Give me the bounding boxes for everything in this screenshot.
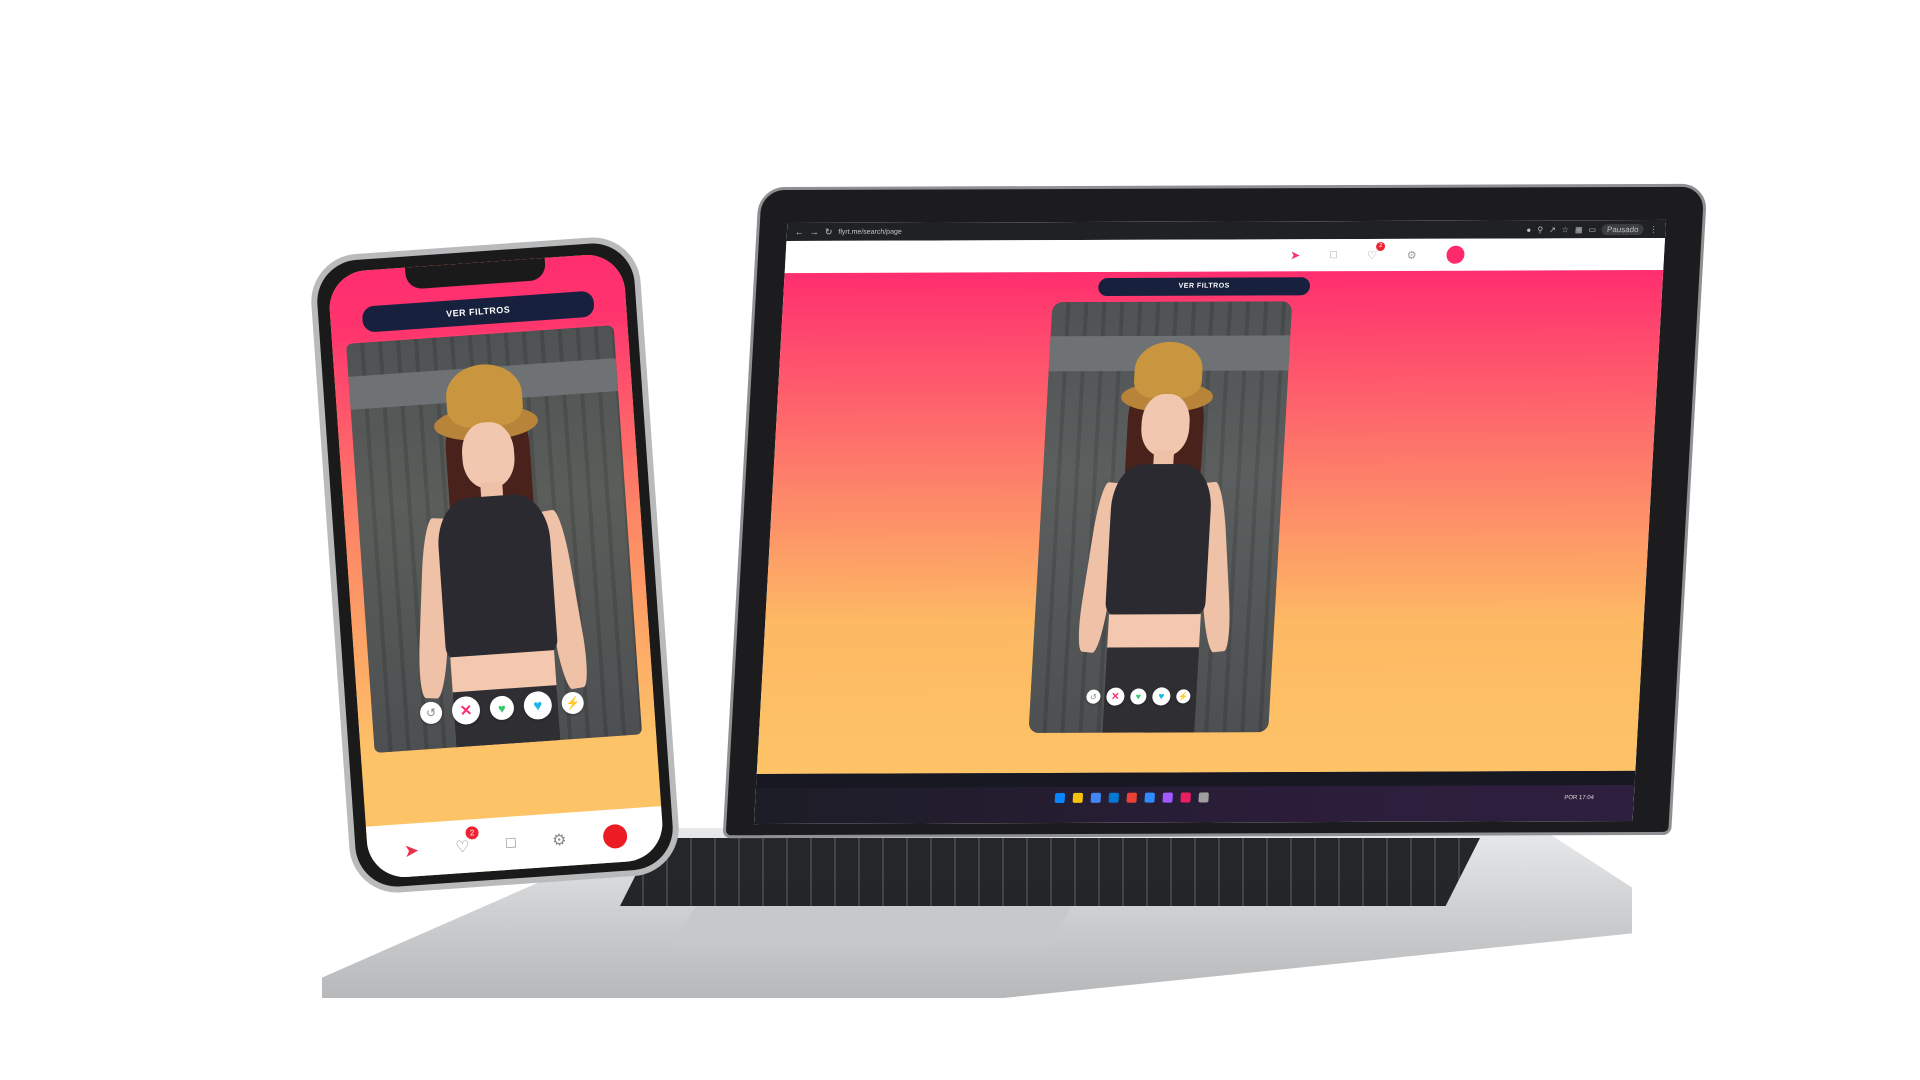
- rewind-icon[interactable]: ↺: [419, 701, 443, 725]
- phone-screen: VER FILTROS ↺ ✕ ♥ ♥ ⚡ ➤ ♡ 2 □ ⚙: [327, 252, 665, 880]
- filters-button[interactable]: VER FILTROS: [1097, 277, 1311, 297]
- profile-photo: [1068, 341, 1250, 733]
- profile-card[interactable]: ↺ ✕ ♥ ♥ ⚡: [1028, 301, 1293, 733]
- likes-icon[interactable]: ♡ 2: [1367, 241, 1386, 262]
- search-page: VER FILTROS ↺ ✕ ♥ ♥ ⚡: [756, 270, 1664, 774]
- avatar[interactable]: [1446, 245, 1465, 264]
- language-indicator[interactable]: POR: [1564, 795, 1577, 801]
- card-actions: ↺ ✕ ♥ ♥ ⚡: [1086, 687, 1191, 706]
- super-like-button[interactable]: ♥: [522, 690, 553, 721]
- app-icon[interactable]: [1162, 792, 1173, 803]
- like-button[interactable]: ♥: [1129, 688, 1147, 705]
- address-bar[interactable]: flyrt.me/search/page: [838, 228, 902, 235]
- flame-logo-icon[interactable]: ➤: [403, 840, 420, 862]
- super-like-button[interactable]: ♥: [1151, 687, 1171, 706]
- boost-button[interactable]: ⚡: [1175, 689, 1191, 704]
- profile-card[interactable]: ↺ ✕ ♥ ♥ ⚡: [346, 325, 643, 753]
- app-header: ➤ □ ♡ 2 ⚙: [784, 237, 1666, 274]
- forward-icon[interactable]: →: [810, 227, 820, 237]
- laptop-trackpad: [672, 906, 1072, 946]
- taskbar-clock: POR 17:04: [1564, 795, 1594, 801]
- zoom-icon[interactable]: ⚲: [1537, 225, 1543, 234]
- likes-badge: 2: [1375, 241, 1386, 251]
- back-icon[interactable]: ←: [795, 227, 805, 237]
- browser-extensions: ● ⚲ ↗ ☆ ▦ ▭ Pausado ⋮: [1526, 223, 1658, 235]
- app-icon[interactable]: [1198, 792, 1209, 803]
- taskbar-apps: [1054, 792, 1209, 803]
- rewind-icon[interactable]: ↺: [1086, 689, 1101, 704]
- dislike-button[interactable]: ✕: [451, 695, 481, 726]
- reload-icon[interactable]: ↻: [825, 226, 833, 237]
- flame-logo-icon[interactable]: ➤: [1290, 248, 1301, 262]
- app-icon[interactable]: [1126, 792, 1138, 803]
- likes-icon[interactable]: ♡ 2: [455, 825, 480, 858]
- boost-button[interactable]: ⚡: [561, 691, 585, 715]
- menu-icon[interactable]: ⋮: [1649, 224, 1657, 233]
- likes-badge: 2: [465, 825, 480, 840]
- laptop-keyboard: [620, 838, 1480, 906]
- folder-icon[interactable]: [1072, 792, 1084, 803]
- profile-chip[interactable]: Pausado: [1601, 223, 1644, 235]
- app-icon[interactable]: [1144, 792, 1155, 803]
- like-button[interactable]: ♥: [489, 695, 515, 721]
- puzzle-icon[interactable]: ▦: [1575, 225, 1583, 234]
- sidebar-icon[interactable]: ▭: [1588, 225, 1596, 234]
- edge-icon[interactable]: [1108, 792, 1120, 803]
- star-icon[interactable]: ☆: [1562, 225, 1570, 234]
- taskbar-search-area: [755, 770, 1636, 789]
- chat-icon[interactable]: □: [1330, 249, 1337, 261]
- gear-icon[interactable]: ⚙: [551, 830, 567, 851]
- os-taskbar: POR 17:04: [753, 770, 1636, 825]
- windows-icon[interactable]: [1054, 792, 1066, 803]
- avatar[interactable]: [602, 823, 628, 850]
- browser-icon[interactable]: [1090, 792, 1102, 803]
- app-icon[interactable]: [1180, 792, 1191, 803]
- gear-icon[interactable]: ⚙: [1406, 248, 1417, 261]
- chat-icon[interactable]: □: [505, 834, 516, 853]
- share-icon[interactable]: ↗: [1549, 225, 1556, 234]
- laptop-screen: ← → ↻ flyrt.me/search/page ● ⚲ ↗ ☆ ▦ ▭ P…: [753, 219, 1667, 825]
- extension-icon[interactable]: ●: [1526, 225, 1531, 234]
- clock-time[interactable]: 17:04: [1579, 795, 1594, 801]
- dislike-button[interactable]: ✕: [1105, 687, 1125, 706]
